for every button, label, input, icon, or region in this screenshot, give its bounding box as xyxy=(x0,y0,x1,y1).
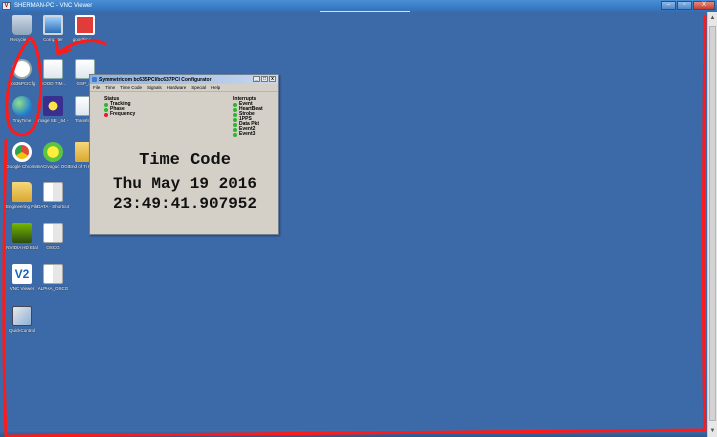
menu-hardware[interactable]: Hardware xyxy=(167,84,187,91)
date-display: Thu May 19 2016 xyxy=(112,175,258,193)
status-led-icon xyxy=(104,102,108,107)
vertical-scrollbar[interactable]: ▲ ▼ xyxy=(707,12,717,437)
interrupt-label: Event3 xyxy=(239,131,256,137)
book-icon xyxy=(43,223,63,243)
interrupt-event3: Event3 xyxy=(233,132,263,137)
interrupt-led-icon xyxy=(233,117,237,122)
scroll-down-icon[interactable]: ▼ xyxy=(709,427,716,435)
interrupt-led-icon xyxy=(233,127,237,132)
recycle-bin-icon xyxy=(12,15,32,35)
vnc-icon: V2 xyxy=(12,264,32,284)
menu-time[interactable]: Time xyxy=(105,84,115,91)
icon-label: Image SE _64 - Sac... xyxy=(37,118,69,123)
desktop-icon-good-tim[interactable]: GOOD TIM... xyxy=(37,59,69,86)
icon-label: NVIDIA HD Etal xyxy=(6,245,38,250)
interrupt-led-icon xyxy=(233,122,237,127)
status-panel: Status Tracking Phase Frequency xyxy=(104,97,135,117)
icon-label: VNC Viewer xyxy=(9,286,35,291)
sun-icon xyxy=(43,142,63,162)
icon-label: GOOD TIM... xyxy=(39,81,67,86)
desktop-icon-chrome[interactable]: Google Chrome xyxy=(6,142,38,169)
status-label: Frequency xyxy=(110,111,136,117)
close-button[interactable]: X xyxy=(693,1,715,10)
icon-label: DATA - Shortcut xyxy=(37,204,69,209)
app-icon xyxy=(75,15,95,35)
interrupt-led-icon xyxy=(233,102,237,107)
icon-label: QuickControl xyxy=(8,328,35,333)
book-icon xyxy=(43,264,63,284)
configurator-window-controls: _ □ x xyxy=(253,76,276,82)
icon-label: Google Chrome xyxy=(6,164,38,169)
globe-icon xyxy=(12,96,32,116)
desktop-icon-alpha-oscg[interactable]: ALPHA_OSCG xyxy=(37,264,69,291)
icon-label: Engineering Files xyxy=(6,204,38,209)
interrupts-panel: Interrupts Event HeartBeat Strobe 1PPS D… xyxy=(233,97,263,137)
desktop-bottom-edge xyxy=(0,430,707,437)
nvidia-icon xyxy=(12,223,32,243)
star-icon xyxy=(43,96,63,116)
time-code-label: Time Code xyxy=(139,151,231,170)
app-icon xyxy=(92,77,97,82)
time-display: 23:49:41.907952 xyxy=(112,195,258,213)
chrome-icon xyxy=(12,142,32,162)
desktop-icon-data-shortcut[interactable]: DATA - Shortcut xyxy=(37,182,69,209)
interrupt-led-icon xyxy=(233,107,237,112)
menu-file[interactable]: File xyxy=(93,84,100,91)
book-icon xyxy=(43,182,63,202)
desktop-icon-nvidia[interactable]: NVIDIA HD Etal xyxy=(6,223,38,250)
desktop-icon-sacivoguc[interactable]: SACIvoguc OGS xyxy=(37,142,69,169)
icon-label: OSCG xyxy=(46,245,60,250)
icon-label: ALPHA_OSCG xyxy=(37,286,69,291)
scroll-thumb[interactable] xyxy=(709,26,716,421)
document-icon xyxy=(43,59,63,79)
desktop-icon-oscg[interactable]: OSCG xyxy=(37,223,69,250)
desktop-icon-image-se[interactable]: Image SE _64 - Sac... xyxy=(37,96,69,123)
quickcontrol-icon xyxy=(12,306,32,326)
close-button[interactable]: x xyxy=(269,76,276,82)
desktop-icon-traytime[interactable]: TrayTime xyxy=(6,96,38,123)
desktop-icon-quickcontrol[interactable]: QuickControl xyxy=(6,306,38,333)
status-led-icon xyxy=(104,112,108,117)
menu-help[interactable]: Help xyxy=(211,84,220,91)
desktop-icon-goodtime[interactable]: goodtime_... xyxy=(69,15,101,42)
status-led-icon xyxy=(104,107,108,112)
icon-label: TrayTime xyxy=(12,118,32,123)
icon-label: Computer xyxy=(43,37,63,42)
menu-special[interactable]: Special xyxy=(191,84,206,91)
desktop-icon-vnc-viewer[interactable]: V2 VNC Viewer xyxy=(6,264,38,291)
minimize-button[interactable]: _ xyxy=(253,76,260,82)
configurator-title-bar[interactable]: Symmetricom bc635PCI/bc637PCI Configurat… xyxy=(90,75,278,84)
interrupt-led-icon xyxy=(233,112,237,117)
vnc-window-title: SHERMAN-PC - VNC Viewer xyxy=(14,3,93,9)
menu-time-code[interactable]: Time Code xyxy=(120,84,142,91)
desktop-icon-computer[interactable]: Computer xyxy=(37,15,69,42)
icon-label: goodtime_... xyxy=(72,37,98,42)
folder-icon xyxy=(12,182,32,202)
computer-icon xyxy=(43,15,63,35)
configurator-window[interactable]: Symmetricom bc635PCI/bc637PCI Configurat… xyxy=(89,74,279,235)
vnc-app-icon: V xyxy=(2,2,11,10)
desktop-icon-bc635pcicfg[interactable]: bc635PCICfg xyxy=(6,59,38,86)
clock-icon xyxy=(12,59,32,79)
icon-label: Recycle Bin xyxy=(10,37,34,42)
desktop-icon-recycle-bin[interactable]: Recycle Bin xyxy=(6,15,38,42)
icon-label: SACIvoguc OGS xyxy=(37,164,69,169)
status-frequency: Frequency xyxy=(104,112,135,117)
icon-label: bc635PCICfg xyxy=(8,81,36,86)
menu-bar: File Time Time Code Signals Hardware Spe… xyxy=(90,84,278,92)
configurator-title: Symmetricom bc635PCI/bc637PCI Configurat… xyxy=(99,76,212,83)
scroll-up-icon[interactable]: ▲ xyxy=(709,14,716,22)
menu-signals[interactable]: Signals xyxy=(147,84,162,91)
window-controls: – ▫ X xyxy=(661,1,715,10)
interrupt-led-icon xyxy=(233,132,237,137)
maximize-button[interactable]: □ xyxy=(261,76,268,82)
maximize-button[interactable]: ▫ xyxy=(677,1,692,10)
desktop-icon-engineering-files[interactable]: Engineering Files xyxy=(6,182,38,209)
minimize-button[interactable]: – xyxy=(661,1,676,10)
